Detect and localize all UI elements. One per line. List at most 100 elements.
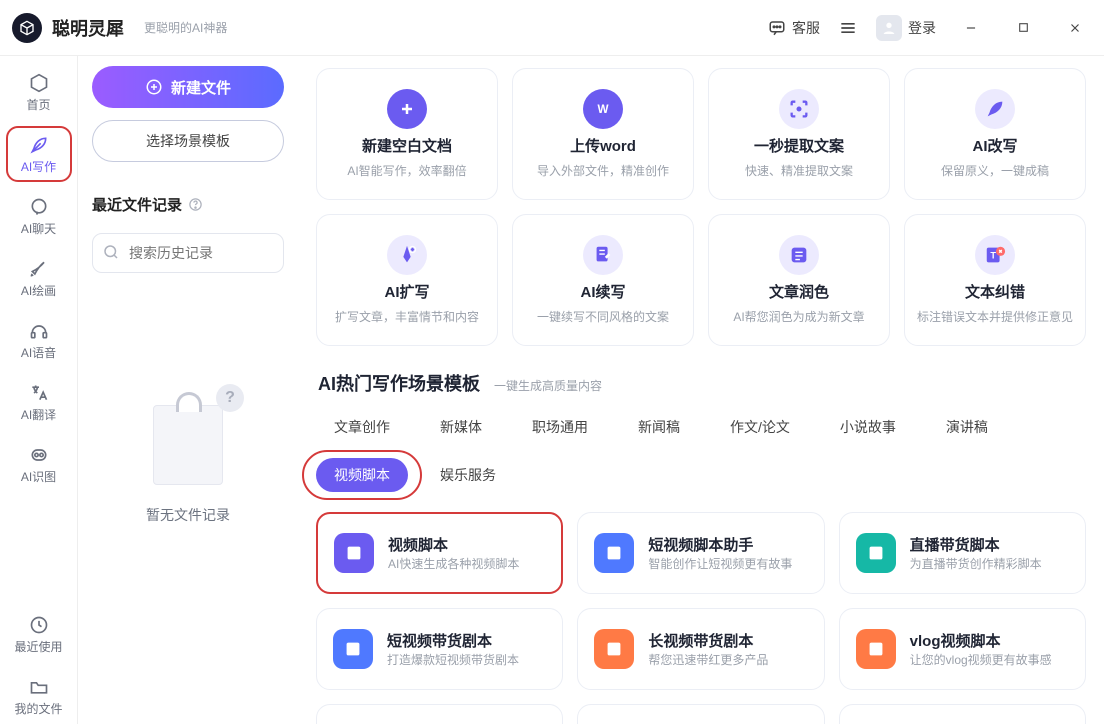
template-tab[interactable]: 娱乐服务 [422, 458, 514, 492]
feature-card-icon: T [975, 235, 1015, 275]
rail-item-label: AI绘画 [21, 282, 56, 299]
templates-section-head: AI热门写作场景模板 一键生成高质量内容 [318, 370, 1086, 396]
app-tagline: 更聪明的AI神器 [144, 19, 227, 36]
template-tab[interactable]: 视频脚本 [316, 458, 408, 492]
template-tab[interactable]: 新媒体 [422, 410, 500, 444]
template-tile[interactable]: 视频脚本AI快速生成各种视频脚本 [316, 512, 563, 594]
template-tab[interactable]: 作文/论文 [712, 410, 808, 444]
window-maximize-button[interactable] [1006, 11, 1040, 45]
rail-item-translate[interactable]: AI翻译 [6, 374, 72, 430]
rail-item-label: AI识图 [21, 468, 56, 485]
feather-icon [28, 134, 50, 156]
feature-card[interactable]: W上传word导入外部文件，精准创作 [512, 68, 694, 200]
main-content: 新建空白文档AI智能写作，效率翻倍W上传word导入外部文件，精准创作一秒提取文… [298, 56, 1104, 724]
login-label: 登录 [908, 18, 936, 38]
template-tile-sub: 智能创作让短视频更有故事 [648, 555, 792, 572]
choose-template-label: 选择场景模板 [146, 131, 230, 151]
window-close-button[interactable] [1058, 11, 1092, 45]
template-tile-sub: AI快速生成各种视频脚本 [388, 555, 519, 572]
feature-card-icon [387, 89, 427, 129]
template-tab[interactable]: 新闻稿 [620, 410, 698, 444]
template-tabs: 文章创作新媒体职场通用新闻稿作文/论文小说故事演讲稿视频脚本娱乐服务 [316, 410, 1086, 492]
template-tile-icon [856, 629, 896, 669]
app-title: 聪明灵犀 [52, 15, 124, 41]
rail-item-chat[interactable]: AI聊天 [6, 188, 72, 244]
rail-item-label: AI语音 [21, 344, 56, 361]
rail-item-label: AI翻译 [21, 406, 56, 423]
feature-card-title: AI扩写 [384, 281, 429, 302]
rail-item-feather[interactable]: AI写作 [6, 126, 72, 182]
help-icon[interactable] [188, 197, 203, 212]
template-tile[interactable]: 影视编剧编剧梦，帮你完成影视剧本 [839, 704, 1086, 724]
chat-bubble-icon [768, 19, 786, 37]
template-tile-icon [334, 533, 374, 573]
sidebar-rail: 首页 AI写作 AI聊天 AI绘画 AI语音 AI翻译 AI识图最近使用我的文件 [0, 56, 78, 724]
support-button[interactable]: 客服 [768, 18, 820, 38]
new-file-button[interactable]: 新建文件 [92, 66, 284, 108]
feature-card[interactable]: T文本纠错标注错误文本并提供修正意见 [904, 214, 1086, 346]
template-tile[interactable]: vlog视频脚本让您的vlog视频更有故事感 [839, 608, 1086, 690]
vision-icon [28, 444, 50, 466]
template-tab[interactable]: 演讲稿 [928, 410, 1006, 444]
template-tile-sub: 打造爆款短视频带货剧本 [387, 651, 519, 668]
template-tab[interactable]: 文章创作 [316, 410, 408, 444]
feature-card[interactable]: AI扩写扩写文章，丰富情节和内容 [316, 214, 498, 346]
template-tile[interactable]: 长视频带货剧本帮您迅速带红更多产品 [577, 608, 824, 690]
recent-heading-label: 最近文件记录 [92, 194, 182, 215]
template-tile-icon [594, 629, 634, 669]
template-tile-icon [594, 533, 634, 573]
palette-icon [28, 258, 50, 280]
feature-card-grid: 新建空白文档AI智能写作，效率翻倍W上传word导入外部文件，精准创作一秒提取文… [316, 68, 1086, 346]
window-minimize-button[interactable] [954, 11, 988, 45]
new-file-label: 新建文件 [171, 77, 231, 98]
feature-card-sub: 导入外部文件，精准创作 [529, 162, 677, 179]
feature-card-sub: 保留原义，一键成稿 [933, 162, 1057, 179]
rail-item-palette[interactable]: AI绘画 [6, 250, 72, 306]
template-tile-title: 短视频脚本助手 [648, 534, 792, 555]
secondary-panel: 新建文件 选择场景模板 最近文件记录 ? 暂无文件记录 [78, 56, 298, 724]
template-tile[interactable]: 广告视频脚本AI让您的品牌更深入人心 [577, 704, 824, 724]
rail-item-folder[interactable]: 我的文件 [6, 668, 72, 724]
template-tile-title: 直播带货脚本 [910, 534, 1042, 555]
choose-template-button[interactable]: 选择场景模板 [92, 120, 284, 162]
chat-icon [28, 196, 50, 218]
feature-card-title: 新建空白文档 [362, 135, 452, 156]
feature-card-icon [779, 235, 819, 275]
titlebar-right: 客服 登录 [768, 11, 1092, 45]
avatar-icon [876, 15, 902, 41]
empty-state: ? 暂无文件记录 [92, 405, 284, 724]
template-tab[interactable]: 职场通用 [514, 410, 606, 444]
hamburger-icon [838, 18, 858, 38]
template-tab[interactable]: 小说故事 [822, 410, 914, 444]
template-tile[interactable]: 直播带货脚本为直播带货创作精彩脚本 [839, 512, 1086, 594]
search-row [92, 233, 284, 273]
menu-button[interactable] [838, 18, 858, 38]
feature-card[interactable]: 一秒提取文案快速、精准提取文案 [708, 68, 890, 200]
rail-item-vision[interactable]: AI识图 [6, 436, 72, 492]
feature-card-icon [975, 89, 1015, 129]
feature-card-title: 一秒提取文案 [754, 135, 844, 156]
plus-circle-icon [145, 78, 163, 96]
rail-item-recent[interactable]: 最近使用 [6, 606, 72, 662]
template-tile[interactable]: 短视频脚本助手智能创作让短视频更有故事 [577, 512, 824, 594]
search-input[interactable] [92, 233, 284, 273]
template-tile[interactable]: 剧本创作帮你打造精彩剧本 [316, 704, 563, 724]
feature-card[interactable]: AI续写一键续写不同风格的文案 [512, 214, 694, 346]
rail-item-label: AI写作 [21, 158, 56, 175]
feature-card-title: 文本纠错 [965, 281, 1025, 302]
recent-icon [28, 614, 50, 636]
search-icon [102, 243, 120, 266]
template-tile-title: 短视频带货剧本 [387, 630, 519, 651]
template-tile[interactable]: 短视频带货剧本打造爆款短视频带货剧本 [316, 608, 563, 690]
rail-item-label: 我的文件 [14, 700, 62, 717]
feature-card[interactable]: 文章润色AI帮您润色为成为新文章 [708, 214, 890, 346]
app-logo-icon [12, 13, 42, 43]
login-button[interactable]: 登录 [876, 15, 936, 41]
rail-item-audio[interactable]: AI语音 [6, 312, 72, 368]
audio-icon [28, 320, 50, 342]
feature-card[interactable]: AI改写保留原义，一键成稿 [904, 68, 1086, 200]
empty-text: 暂无文件记录 [146, 505, 230, 525]
templates-heading: AI热门写作场景模板 [318, 370, 480, 396]
feature-card[interactable]: 新建空白文档AI智能写作，效率翻倍 [316, 68, 498, 200]
rail-item-home[interactable]: 首页 [6, 64, 72, 120]
